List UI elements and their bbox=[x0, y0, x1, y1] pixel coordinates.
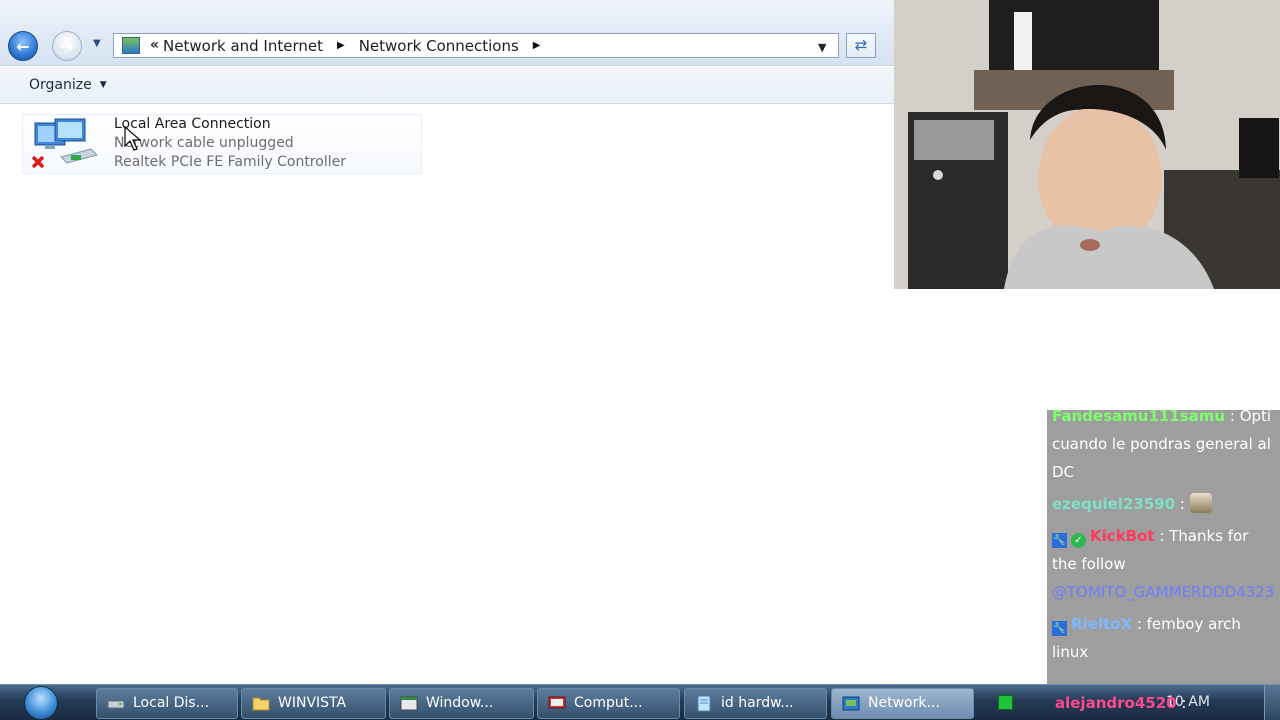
chat-separator: : bbox=[1132, 615, 1147, 633]
breadcrumb-network-connections[interactable]: Network Connections bbox=[359, 37, 519, 55]
chat-mention[interactable]: @TOMITO_GAMMERDDD4323 bbox=[1052, 583, 1274, 601]
network-adapter-icon bbox=[31, 118, 98, 169]
chat-separator: : bbox=[1154, 527, 1170, 545]
taskbar-item-label: id hardw... bbox=[721, 695, 794, 711]
taskbar-item-label: WINVISTA bbox=[278, 695, 347, 711]
forward-button[interactable]: → bbox=[52, 31, 82, 61]
chat-username[interactable]: ezequiel23590 bbox=[1052, 495, 1175, 513]
connection-device: Realtek PCIe FE Family Controller bbox=[114, 154, 346, 170]
chat-separator: : bbox=[1225, 410, 1240, 425]
address-bar-area: ← → ▼ « Network and Internet ▶ Network C… bbox=[0, 0, 894, 66]
explorer-window: ← → ▼ « Network and Internet ▶ Network C… bbox=[0, 0, 894, 684]
chevron-down-icon: ▼ bbox=[99, 80, 107, 90]
address-field[interactable]: « Network and Internet ▶ Network Connect… bbox=[113, 33, 839, 58]
network-folder-icon bbox=[122, 37, 140, 54]
mouse-cursor-icon bbox=[124, 126, 142, 151]
taskbar-item-label: Window... bbox=[426, 695, 494, 711]
chat-message: 🔧 RieltoX : femboy arch linux bbox=[1047, 610, 1280, 666]
breadcrumb-separator-icon[interactable]: ▶ bbox=[533, 40, 541, 55]
chat-username[interactable]: RieltoX bbox=[1071, 615, 1132, 633]
breadcrumb-network-and-internet[interactable]: Network and Internet bbox=[163, 37, 323, 55]
windows-logo-icon bbox=[24, 686, 58, 720]
organize-label: Organize bbox=[29, 77, 92, 93]
back-button[interactable]: ← bbox=[8, 31, 38, 61]
organize-button[interactable]: Organize ▼ bbox=[29, 77, 107, 93]
taskbar-item-notepad[interactable]: id hardw... bbox=[684, 688, 827, 719]
chat-separator: : bbox=[1175, 495, 1190, 513]
computer-icon bbox=[548, 696, 566, 709]
local-area-connection-item[interactable]: Local Area Connection Network cable unpl… bbox=[22, 114, 422, 174]
refresh-button[interactable]: ⇄ bbox=[846, 33, 876, 58]
tray-app-icon[interactable] bbox=[998, 695, 1013, 710]
taskbar-item-label: Network... bbox=[868, 695, 940, 711]
chat-message: alejandro4520 : bbox=[1047, 690, 1280, 716]
taskbar-item-computer[interactable]: Comput... bbox=[537, 688, 680, 719]
bot-badge-icon: 🔧 bbox=[1052, 533, 1067, 548]
chat-message: ezequiel23590 : bbox=[1047, 490, 1280, 518]
forward-arrow-icon: → bbox=[60, 36, 74, 56]
chat-separator: : bbox=[1176, 694, 1187, 712]
chat-username[interactable]: Fandesamu111samu bbox=[1052, 410, 1225, 425]
breadcrumb-overflow[interactable]: « bbox=[150, 37, 159, 55]
address-dropdown-icon[interactable]: ▼ bbox=[818, 41, 826, 54]
taskbar-item-label: Local Dis... bbox=[133, 695, 210, 711]
taskbar-item-network[interactable]: Network... bbox=[831, 688, 974, 719]
notepad-icon bbox=[697, 695, 711, 712]
chat-username[interactable]: KickBot bbox=[1090, 527, 1155, 545]
chat-message: Fandesamu111samu : Opti cuando le pondra… bbox=[1047, 410, 1280, 486]
bot-badge-icon: 🔧 bbox=[1052, 621, 1067, 636]
taskbar-item-window[interactable]: Window... bbox=[389, 688, 534, 719]
folder-icon bbox=[252, 697, 270, 711]
drive-icon bbox=[107, 700, 125, 709]
taskbar-item-local-disk[interactable]: Local Dis... bbox=[96, 688, 238, 719]
webcam-overlay bbox=[894, 0, 1280, 289]
chat-message: 🔧 ✓ KickBot : Thanks for the follow @TOMIT… bbox=[1047, 522, 1280, 606]
stream-chat: Fandesamu111samu : Opti cuando le pondra… bbox=[1047, 410, 1280, 684]
breadcrumb: « Network and Internet ▶ Network Connect… bbox=[150, 37, 555, 55]
command-bar: Organize ▼ bbox=[0, 67, 894, 104]
taskbar-item-label: Comput... bbox=[574, 695, 643, 711]
chat-username[interactable]: alejandro4520 bbox=[1055, 694, 1177, 712]
refresh-icon: ⇄ bbox=[854, 36, 868, 54]
start-button[interactable] bbox=[14, 685, 72, 720]
back-arrow-icon: ← bbox=[16, 36, 30, 56]
verified-badge-icon: ✓ bbox=[1071, 533, 1086, 548]
network-icon bbox=[842, 696, 860, 711]
chat-emote-icon bbox=[1189, 493, 1212, 513]
taskbar-item-winvista[interactable]: WINVISTA bbox=[241, 688, 386, 719]
recent-pages-dropdown-icon[interactable]: ▼ bbox=[93, 38, 101, 49]
window-icon bbox=[400, 696, 418, 711]
breadcrumb-separator-icon[interactable]: ▶ bbox=[337, 40, 345, 55]
